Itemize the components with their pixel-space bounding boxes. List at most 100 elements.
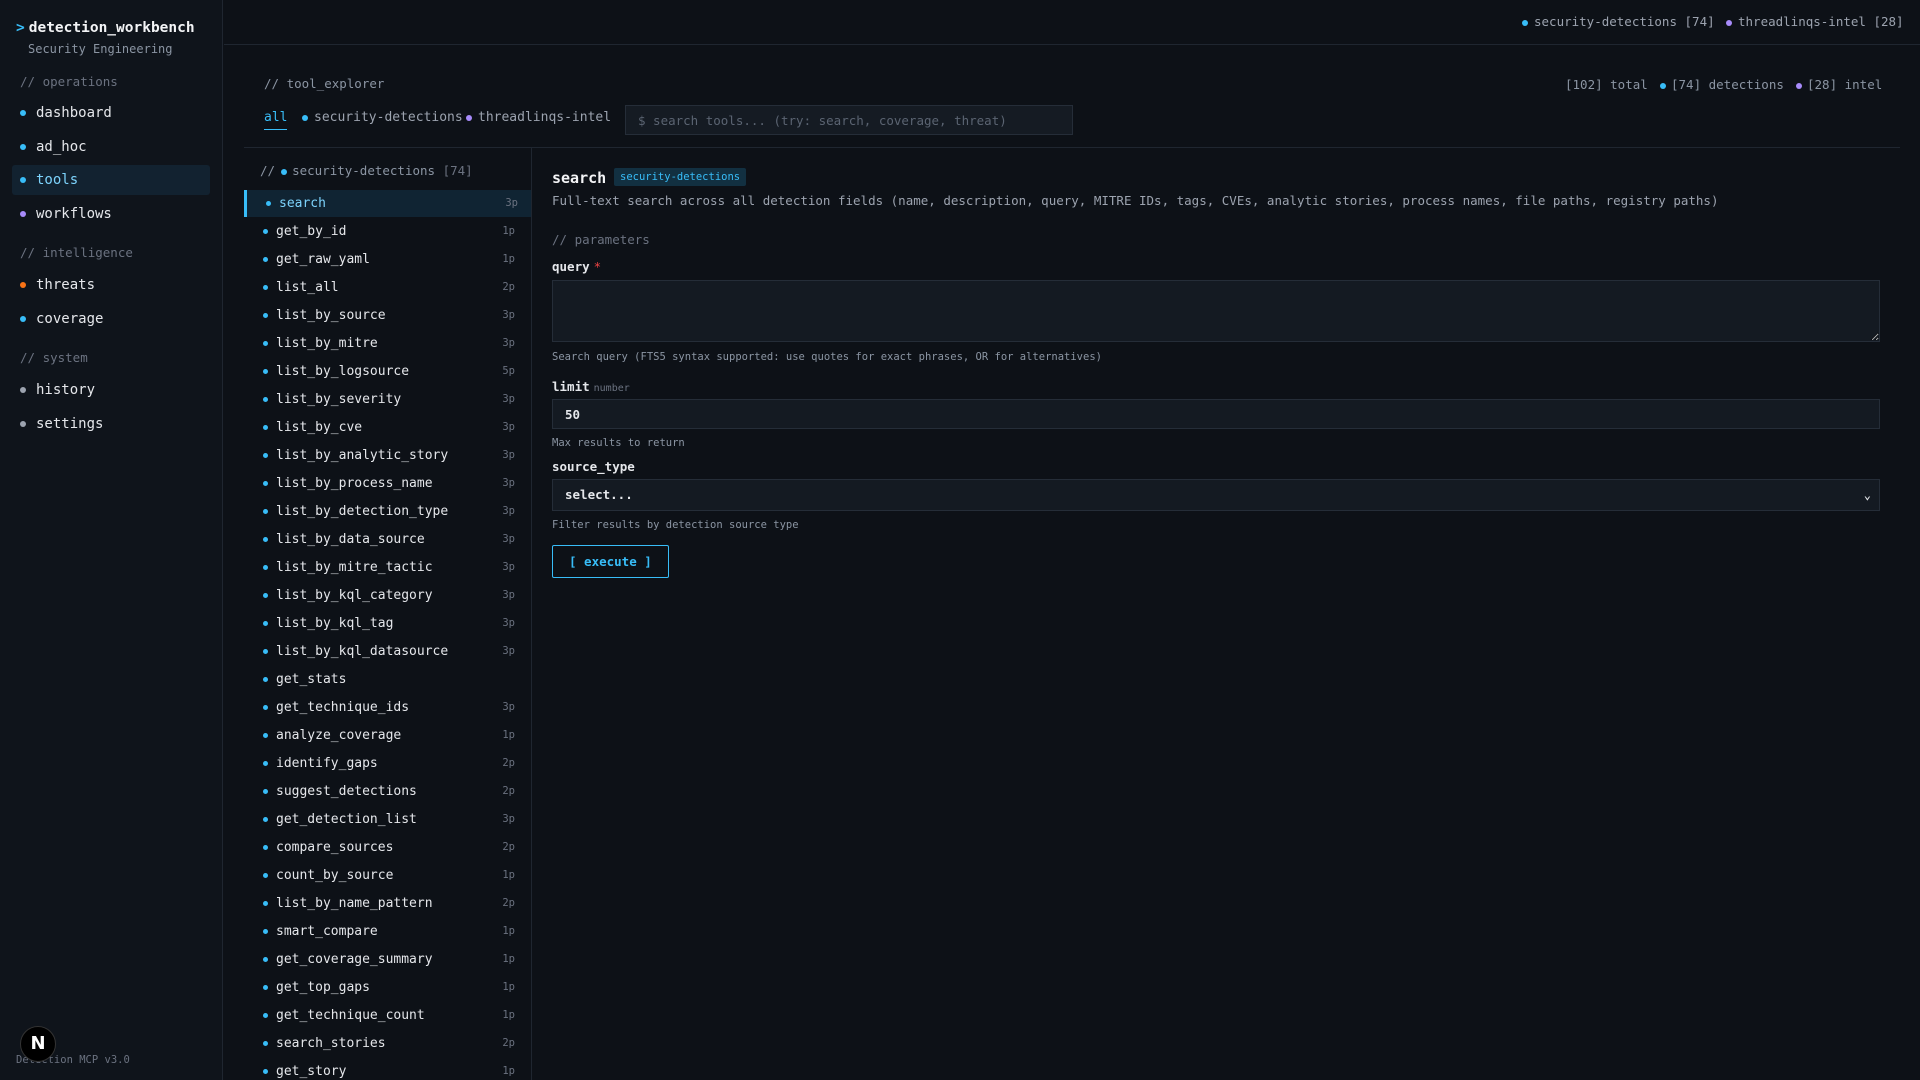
sidebar-item-ad-hoc[interactable]: ad_hoc bbox=[12, 132, 210, 162]
tool-param-count: 1p bbox=[502, 869, 515, 881]
dot-icon bbox=[263, 929, 268, 934]
tool-item[interactable]: suggest_detections 2p bbox=[244, 778, 531, 805]
sidebar-item-tools[interactable]: tools bbox=[12, 165, 210, 195]
tool-item[interactable]: get_coverage_summary 1p bbox=[244, 946, 531, 973]
dot-icon bbox=[263, 285, 268, 290]
tool-item[interactable]: get_stats bbox=[244, 666, 531, 693]
tool-item[interactable]: list_by_mitre 3p bbox=[244, 330, 531, 357]
tool-param-count: 1p bbox=[502, 1009, 515, 1021]
n-logo-icon[interactable]: N bbox=[20, 1026, 56, 1062]
tab-threadlinqs-intel[interactable]: threadlinqs-intel bbox=[466, 110, 611, 125]
tool-item[interactable]: get_detection_list 3p bbox=[244, 806, 531, 833]
dot-icon bbox=[263, 313, 268, 318]
dot-icon bbox=[263, 789, 268, 794]
source-type-label: source_type bbox=[552, 459, 635, 474]
selected-value: select... bbox=[565, 487, 633, 502]
tool-name: suggest_detections bbox=[276, 784, 417, 799]
sidebar-item-workflows[interactable]: workflows bbox=[12, 199, 210, 229]
dot-icon bbox=[20, 110, 26, 116]
app-title[interactable]: > detection_workbench bbox=[16, 20, 195, 36]
tool-param-count: 1p bbox=[502, 981, 515, 993]
tool-item[interactable]: get_story 1p bbox=[244, 1058, 531, 1080]
dot-icon bbox=[263, 397, 268, 402]
tool-item[interactable]: list_by_logsource 5p bbox=[244, 358, 531, 385]
count-intel: [28] intel bbox=[1796, 77, 1882, 92]
tool-param-count: 3p bbox=[502, 477, 515, 489]
tool-item[interactable]: list_by_data_source 3p bbox=[244, 526, 531, 553]
tool-item[interactable]: get_by_id 1p bbox=[244, 218, 531, 245]
sidebar-item-threats[interactable]: threats bbox=[12, 270, 210, 300]
dot-icon bbox=[20, 144, 26, 150]
tool-item[interactable]: identify_gaps 2p bbox=[244, 750, 531, 777]
tool-item[interactable]: list_all 2p bbox=[244, 274, 531, 301]
tool-item[interactable]: list_by_analytic_story 3p bbox=[244, 442, 531, 469]
count-detections: [74] detections bbox=[1660, 77, 1784, 92]
tool-item[interactable]: search 3p bbox=[244, 190, 531, 217]
tool-item[interactable]: list_by_severity 3p bbox=[244, 386, 531, 413]
parameters-heading: // parameters bbox=[552, 232, 650, 247]
tool-item[interactable]: get_technique_ids 3p bbox=[244, 694, 531, 721]
source-type-select[interactable]: select... ⌄ bbox=[552, 479, 1880, 511]
count-total: [102] total bbox=[1565, 77, 1648, 92]
tool-param-count: 5p bbox=[502, 365, 515, 377]
tool-name: list_by_name_pattern bbox=[276, 896, 433, 911]
tool-item[interactable]: list_by_kql_category 3p bbox=[244, 582, 531, 609]
tool-name: list_by_mitre bbox=[276, 336, 378, 351]
tool-item[interactable]: count_by_source 1p bbox=[244, 862, 531, 889]
tool-item[interactable]: list_by_kql_datasource 3p bbox=[244, 638, 531, 665]
dot-icon bbox=[263, 229, 268, 234]
tab-security-detections[interactable]: security-detections bbox=[302, 110, 463, 125]
sidebar-item-settings[interactable]: settings bbox=[12, 409, 210, 439]
tool-title: search bbox=[552, 169, 607, 187]
tool-item[interactable]: list_by_mitre_tactic 3p bbox=[244, 554, 531, 581]
tool-param-count: 2p bbox=[502, 281, 515, 293]
tool-item[interactable]: get_raw_yaml 1p bbox=[244, 246, 531, 273]
tool-item[interactable]: compare_sources 2p bbox=[244, 834, 531, 861]
execute-button[interactable]: [ execute ] bbox=[552, 545, 669, 578]
tool-list[interactable]: // security-detections [74] search 3p get_b… bbox=[244, 148, 532, 1080]
tab-all[interactable]: all bbox=[264, 110, 288, 130]
tool-item[interactable]: list_by_process_name 3p bbox=[244, 470, 531, 497]
tool-param-count: 3p bbox=[502, 561, 515, 573]
tool-item[interactable]: list_by_name_pattern 2p bbox=[244, 890, 531, 917]
tool-item[interactable]: search_stories 2p bbox=[244, 1030, 531, 1057]
prompt-icon: > bbox=[16, 20, 25, 36]
tool-name: list_all bbox=[276, 280, 339, 295]
tool-item[interactable]: analyze_coverage 1p bbox=[244, 722, 531, 749]
dot-icon bbox=[20, 282, 26, 288]
sidebar-item-coverage[interactable]: coverage bbox=[12, 304, 210, 334]
tab-label: security-detections bbox=[314, 110, 463, 125]
sidebar-item-dashboard[interactable]: dashboard bbox=[12, 98, 210, 128]
tool-param-count: 1p bbox=[502, 253, 515, 265]
tool-param-count: 3p bbox=[502, 589, 515, 601]
search-input[interactable] bbox=[625, 105, 1073, 135]
dot-icon bbox=[1660, 82, 1666, 89]
tool-param-count: 1p bbox=[502, 225, 515, 237]
sidebar-item-history[interactable]: history bbox=[12, 375, 210, 405]
tool-param-count: 2p bbox=[502, 1037, 515, 1049]
tool-param-count: 3p bbox=[502, 617, 515, 629]
dot-icon bbox=[20, 316, 26, 322]
dot-icon bbox=[263, 453, 268, 458]
tool-item[interactable]: list_by_cve 3p bbox=[244, 414, 531, 441]
required-marker: * bbox=[593, 259, 602, 274]
tool-param-count: 3p bbox=[502, 701, 515, 713]
dot-icon bbox=[263, 509, 268, 514]
param-name: limit bbox=[552, 379, 590, 394]
dot-icon bbox=[263, 733, 268, 738]
tool-param-count: 1p bbox=[502, 925, 515, 937]
tool-param-count: 3p bbox=[505, 197, 518, 209]
query-input[interactable] bbox=[552, 280, 1880, 342]
tool-param-count: 1p bbox=[502, 1065, 515, 1077]
tool-item[interactable]: list_by_kql_tag 3p bbox=[244, 610, 531, 637]
limit-input[interactable] bbox=[552, 399, 1880, 429]
tool-param-count: 1p bbox=[502, 729, 515, 741]
tool-item[interactable]: get_top_gaps 1p bbox=[244, 974, 531, 1001]
status-threadlinqs-intel: threadlinqs-intel [28] bbox=[1726, 14, 1904, 29]
tool-item[interactable]: list_by_source 3p bbox=[244, 302, 531, 329]
tool-item[interactable]: get_technique_count 1p bbox=[244, 1002, 531, 1029]
tool-item[interactable]: smart_compare 1p bbox=[244, 918, 531, 945]
dot-icon bbox=[466, 114, 472, 121]
dot-icon bbox=[263, 957, 268, 962]
tool-item[interactable]: list_by_detection_type 3p bbox=[244, 498, 531, 525]
